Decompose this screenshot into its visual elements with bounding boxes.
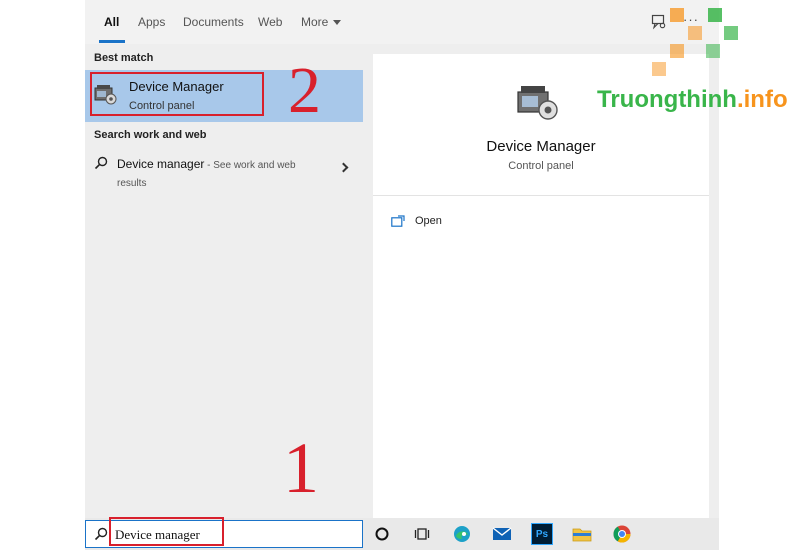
edge-icon[interactable] — [451, 523, 473, 545]
chevron-right-icon[interactable] — [338, 162, 349, 173]
watermark-brand: Truongthinh — [597, 86, 737, 113]
watermark-logo-icon — [652, 8, 738, 76]
open-label: Open — [415, 215, 442, 227]
open-button[interactable]: Open — [389, 212, 509, 234]
step-1-label: 1 — [283, 428, 319, 508]
tab-apps[interactable]: Apps — [138, 15, 165, 29]
cortana-icon[interactable] — [371, 523, 393, 545]
search-icon — [94, 527, 108, 541]
watermark-domain: .info — [736, 86, 788, 113]
best-match-heading: Best match — [94, 52, 154, 64]
search-icon — [94, 156, 108, 170]
open-icon — [391, 215, 405, 227]
file-explorer-icon[interactable] — [571, 523, 593, 545]
device-manager-large-icon — [517, 86, 558, 120]
web-result-title: Device manager — [117, 157, 205, 171]
screenshot: All Apps Documents Web More ··· Best mat… — [0, 0, 800, 550]
web-result-text: Device manager - See work and web result… — [117, 156, 327, 192]
search-tabs: All Apps Documents Web More ··· — [85, 0, 719, 44]
step-2-label: 2 — [288, 54, 321, 127]
tab-all[interactable]: All — [104, 15, 119, 29]
preview-title: Device Manager — [486, 138, 596, 155]
watermark-text: Truongthinh.info — [597, 86, 788, 114]
photoshop-icon-label: Ps — [535, 528, 549, 540]
mail-icon[interactable] — [491, 523, 513, 545]
task-view-icon[interactable] — [411, 523, 433, 545]
preview-pane: Device Manager Control panel Open — [373, 54, 709, 518]
tab-web[interactable]: Web — [258, 15, 282, 29]
annotation-box-best-match — [90, 72, 264, 116]
chevron-down-icon — [333, 20, 342, 26]
tab-more-label: More — [301, 15, 329, 29]
active-tab-indicator — [99, 40, 125, 43]
web-search-result[interactable]: Device manager - See work and web result… — [85, 146, 363, 190]
chrome-icon[interactable] — [611, 523, 633, 545]
annotation-box-search — [109, 517, 224, 546]
photoshop-icon[interactable]: Ps — [531, 523, 553, 545]
preview-subtitle: Control panel — [508, 160, 574, 172]
tab-documents[interactable]: Documents — [183, 15, 244, 29]
tab-more[interactable]: More — [301, 15, 342, 29]
search-web-heading: Search work and web — [94, 129, 207, 141]
